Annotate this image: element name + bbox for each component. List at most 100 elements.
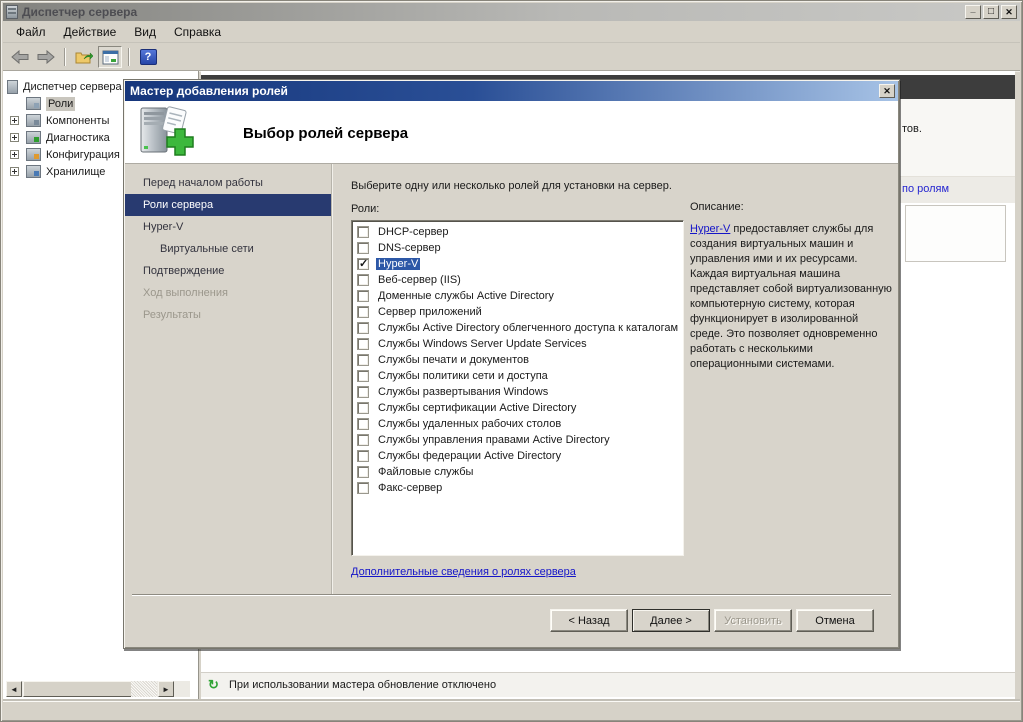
add-roles-icon	[140, 106, 194, 156]
description-panel: Описание: Hyper-V предоставляет службы д…	[690, 201, 894, 372]
checkbox[interactable]	[357, 322, 369, 334]
step-results: Результаты	[143, 309, 201, 321]
expand-icon[interactable]	[10, 116, 19, 125]
role-row[interactable]: Службы политики сети и доступа	[352, 368, 683, 384]
server-manager-tree-icon	[7, 79, 18, 94]
window-titlebar: Диспетчер сервера	[3, 3, 1020, 21]
checkbox[interactable]	[357, 242, 369, 254]
wizard-steps-nav: Перед началом работы Роли сервера Hyper-…	[125, 164, 332, 594]
role-row[interactable]: Файловые службы	[352, 464, 683, 480]
configuration-icon	[26, 148, 41, 161]
role-row[interactable]: DHCP-сервер	[352, 224, 683, 240]
minimize-button[interactable]	[965, 5, 981, 19]
help-icon: ?	[139, 49, 157, 65]
forward-button[interactable]	[34, 46, 58, 68]
cancel-wizard-button[interactable]: Отмена	[796, 609, 874, 632]
buttons-separator	[132, 594, 891, 596]
window-status-bar	[3, 701, 1020, 719]
role-row[interactable]: DNS-сервер	[352, 240, 683, 256]
checkbox-checked[interactable]	[357, 257, 369, 270]
back-wizard-button[interactable]: < Назад	[550, 609, 628, 632]
role-row[interactable]: Веб-сервер (IIS)	[352, 272, 683, 288]
expand-icon[interactable]	[10, 133, 19, 142]
window-title: Диспетчер сервера	[22, 5, 138, 19]
role-row[interactable]: Службы удаленных рабочих столов	[352, 416, 683, 432]
dialog-close-button[interactable]: ✕	[879, 84, 895, 98]
forward-arrow-icon	[37, 50, 55, 64]
features-icon	[26, 114, 41, 127]
checkbox[interactable]	[357, 386, 369, 398]
roles-icon	[26, 97, 41, 110]
role-row[interactable]: Факс-сервер	[352, 480, 683, 496]
scrollbar-track[interactable]	[131, 681, 157, 697]
wizard-page-title: Выбор ролей сервера	[243, 125, 409, 142]
checkbox[interactable]	[357, 418, 369, 430]
maximize-button[interactable]	[983, 5, 999, 19]
role-row[interactable]: Службы Windows Server Update Services	[352, 336, 683, 352]
hyper-v-description-link[interactable]: Hyper-V	[690, 223, 730, 235]
checkbox[interactable]	[357, 306, 369, 318]
roles-summary-link[interactable]: по ролям	[902, 183, 949, 195]
role-row[interactable]: Сервер приложений	[352, 304, 683, 320]
roles-list-label: Роли:	[351, 203, 380, 215]
step-confirmation[interactable]: Подтверждение	[125, 260, 331, 282]
role-row[interactable]: Доменные службы Active Directory	[352, 288, 683, 304]
server-manager-icon	[6, 5, 18, 19]
checkbox[interactable]	[357, 354, 369, 366]
pane-status-line: ↻ При использовании мастера обновление о…	[201, 672, 1015, 697]
show-hide-console-tree-button[interactable]	[72, 46, 96, 68]
checkbox[interactable]	[357, 466, 369, 478]
checkbox[interactable]	[357, 402, 369, 414]
role-row[interactable]: Службы управления правами Active Directo…	[352, 432, 683, 448]
menu-help[interactable]: Справка	[165, 21, 230, 43]
step-before-you-begin[interactable]: Перед началом работы	[125, 172, 331, 194]
help-button[interactable]: ?	[136, 46, 160, 68]
roles-listbox[interactable]: DHCP-сервер DNS-сервер Hyper-V Веб-серве…	[351, 220, 684, 556]
console-properties-button[interactable]	[98, 46, 122, 68]
step-hyper-v[interactable]: Hyper-V	[125, 216, 331, 238]
menu-view[interactable]: Вид	[125, 21, 165, 43]
description-heading: Описание:	[690, 201, 744, 213]
server-manager-window: Диспетчер сервера Файл Действие Вид Спра…	[0, 0, 1023, 722]
role-row-hyper-v[interactable]: Hyper-V	[352, 256, 683, 272]
tree-horizontal-scrollbar[interactable]: ◄ ►	[6, 681, 190, 697]
dialog-title: Мастер добавления ролей	[130, 84, 288, 98]
next-wizard-button[interactable]: Далее >	[632, 609, 710, 632]
toolbar: ?	[3, 44, 1020, 71]
dialog-titlebar[interactable]: Мастер добавления ролей ✕	[125, 81, 898, 101]
instruction-text: Выберите одну или несколько ролей для ус…	[351, 180, 672, 192]
role-row[interactable]: Службы сертификации Active Directory	[352, 400, 683, 416]
role-row[interactable]: Службы федерации Active Directory	[352, 448, 683, 464]
more-info-link[interactable]: Дополнительные сведения о ролях сервера	[351, 566, 576, 578]
checkbox[interactable]	[357, 370, 369, 382]
status-text: При использовании мастера обновление отк…	[229, 679, 497, 691]
menu-action[interactable]: Действие	[55, 21, 126, 43]
expand-icon[interactable]	[10, 167, 19, 176]
checkbox[interactable]	[357, 450, 369, 462]
wizard-content: Выберите одну или несколько ролей для ус…	[333, 164, 898, 594]
scroll-right-arrow[interactable]: ►	[158, 681, 174, 697]
install-wizard-button: Установить	[714, 609, 792, 632]
checkbox[interactable]	[357, 482, 369, 494]
clipped-description-text: тов.	[902, 123, 922, 135]
toolbar-separator	[128, 48, 130, 66]
step-server-roles[interactable]: Роли сервера	[125, 194, 331, 216]
checkbox[interactable]	[357, 274, 369, 286]
step-virtual-networks[interactable]: Виртуальные сети	[125, 238, 331, 260]
role-row[interactable]: Службы Active Directory облегченного дос…	[352, 320, 683, 336]
menu-file[interactable]: Файл	[7, 21, 55, 43]
expand-icon[interactable]	[10, 150, 19, 159]
role-row[interactable]: Службы развертывания Windows	[352, 384, 683, 400]
checkbox[interactable]	[357, 226, 369, 238]
wizard-header: Выбор ролей сервера	[125, 101, 898, 164]
menubar: Файл Действие Вид Справка	[3, 21, 1020, 43]
back-button[interactable]	[8, 46, 32, 68]
scroll-left-arrow[interactable]: ◄	[6, 681, 22, 697]
back-arrow-icon	[11, 50, 29, 64]
checkbox[interactable]	[357, 290, 369, 302]
storage-icon	[26, 165, 41, 178]
close-button[interactable]	[1001, 5, 1017, 19]
role-row[interactable]: Службы печати и документов	[352, 352, 683, 368]
checkbox[interactable]	[357, 338, 369, 350]
checkbox[interactable]	[357, 434, 369, 446]
